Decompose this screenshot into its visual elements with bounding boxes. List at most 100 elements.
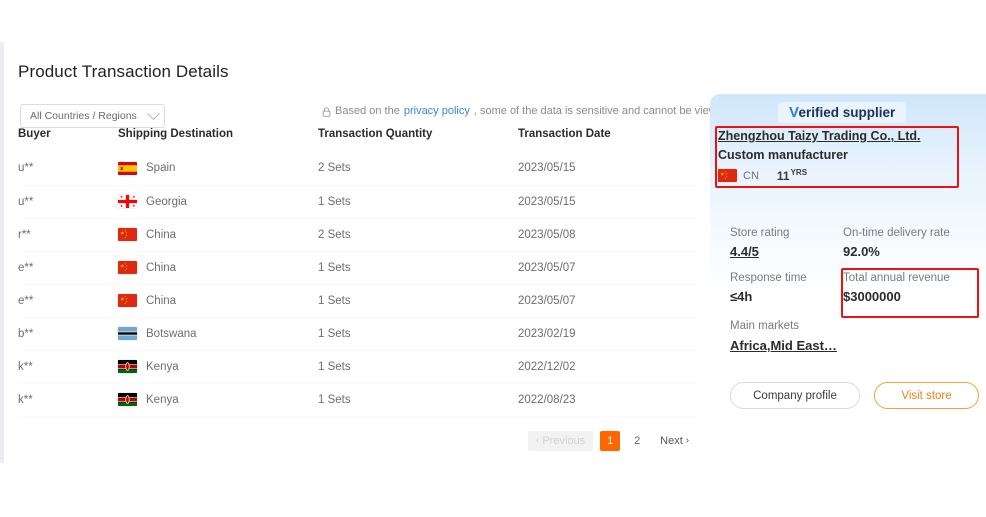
column-header-destination: Shipping Destination [118,128,233,140]
transaction-details-page: Product Transaction Details All Countrie… [0,0,986,517]
transaction-table: Buyer Shipping Destination Transaction Q… [18,128,698,417]
stat-annual-revenue: Total annual revenue $3000000 [843,272,980,304]
cell-destination: ★ ★ ★ ★ ★ China [118,284,318,318]
visit-store-button[interactable]: Visit store [874,382,979,409]
destination-name: Botswana [146,327,197,340]
pagination-page-2[interactable]: 2 [627,431,647,451]
lock-icon [322,107,331,117]
cell-date: 2022/08/23 [518,383,698,417]
chevron-left-icon: ‹ [536,435,540,446]
card-buttons: Company profile Visit store [730,382,979,409]
cell-date: 2023/05/15 [518,185,698,219]
pagination-previous-label: Previous [542,435,586,447]
svg-text:★: ★ [124,269,126,272]
cell-buyer: k** [18,383,118,417]
stat-store-rating-label: Store rating [730,227,790,239]
privacy-policy-link[interactable]: privacy policy [404,105,470,117]
cell-buyer: k** [18,350,118,384]
stat-response-time-label: Response time [730,272,807,284]
pagination-previous-button: ‹ Previous [528,431,594,451]
pagination: ‹ Previous 1 2 Next › [528,431,689,451]
cell-date: 2023/05/08 [518,218,698,252]
stats-row-1: Store rating 4.4/5 On-time delivery rate… [730,227,980,259]
stat-ontime-delivery: On-time delivery rate 92.0% [843,227,980,259]
flag-ke-icon [118,360,137,373]
stat-ontime-delivery-value: 92.0% [843,244,880,259]
country-region-filter[interactable]: All Countries / Regions [20,104,165,128]
pagination-page-1[interactable]: 1 [600,431,621,451]
table-row: e** ★ ★ ★ ★ ★ China 1 Sets 2023/05/07 [18,251,698,285]
column-header-buyer: Buyer [18,128,51,140]
cell-destination: ★ ★ ★ ★ ★ China [118,251,318,285]
stat-store-rating-value[interactable]: 4.4/5 [730,244,843,259]
table-row: e** ★ ★ ★ ★ ★ China 1 Sets 2023/05/07 [18,284,698,318]
column-header-date: Transaction Date [518,128,611,140]
table-row: u** Spain 2 Sets 2023/05/15 [18,152,698,186]
supplier-stats: Store rating 4.4/5 On-time delivery rate… [730,227,980,317]
main-markets-label: Main markets [730,320,800,332]
flag-es-icon [118,161,137,175]
svg-text:★: ★ [124,302,126,305]
cell-date: 2023/05/07 [518,251,698,285]
stats-row-2: Response time ≤4h Total annual revenue $… [730,272,980,304]
verified-supplier-label: erified supplier [798,105,896,120]
chevron-right-icon: › [685,435,690,446]
cell-quantity: 1 Sets [318,284,518,318]
company-name-link[interactable]: Zhengzhou Taizy Trading Co., Ltd. [718,129,958,143]
table-row: b** Botswana 1 Sets 2023/02/19 [18,317,698,351]
stat-annual-revenue-label: Total annual revenue [843,272,950,284]
cell-buyer: r** [18,218,118,252]
company-meta: ★ ★ ★ ★ ★ CN 11YRS [718,168,958,183]
cell-destination: Botswana [118,317,318,351]
destination-name: China [146,228,177,241]
cell-quantity: 1 Sets [318,350,518,384]
cell-quantity: 1 Sets [318,383,518,417]
country-region-filter-value: All Countries / Regions [30,110,137,122]
flag-ke-icon [118,393,137,406]
cell-destination: ★ ★ ★ ★ ★ China [118,218,318,252]
cell-buyer: u** [18,185,118,219]
flag-cn-icon: ★ ★ ★ ★ ★ [118,261,137,274]
verified-check-icon: V [789,104,799,121]
cell-quantity: 1 Sets [318,317,518,351]
svg-text:★: ★ [724,177,726,180]
cell-destination: Kenya [118,383,318,417]
table-row: r** ★ ★ ★ ★ ★ China 2 Sets 2023/05/08 [18,218,698,252]
flag-cn-icon: ★ ★ ★ ★ ★ [118,294,137,307]
company-block: Zhengzhou Taizy Trading Co., Ltd. Custom… [718,129,958,183]
cell-quantity: 2 Sets [318,152,518,186]
cell-buyer: e** [18,284,118,318]
flag-cn-icon: ★ ★ ★ ★ ★ [118,228,137,241]
cell-destination: Kenya [118,350,318,384]
company-country-code: CN [743,169,759,182]
destination-name: Georgia [146,195,187,208]
cell-quantity: 1 Sets [318,251,518,285]
flag-bw-icon [118,327,137,340]
main-markets-value[interactable]: Africa,Mid East… [730,338,837,353]
table-header-row: Buyer Shipping Destination Transaction Q… [18,128,698,152]
cell-date: 2023/02/19 [518,317,698,351]
destination-name: Kenya [146,360,179,373]
destination-name: Spain [146,162,176,175]
cell-date: 2022/12/02 [518,350,698,384]
privacy-notice: Based on the privacy policy, some of the… [322,105,732,117]
company-profile-button[interactable]: Company profile [730,382,860,409]
cell-date: 2023/05/07 [518,284,698,318]
svg-text:★: ★ [124,236,126,239]
cell-destination: Spain [118,152,318,186]
company-years: 11YRS [776,168,808,183]
stat-response-time-value: ≤4h [730,289,753,304]
destination-name: China [146,294,177,307]
privacy-notice-prefix: Based on the [335,105,400,117]
cell-quantity: 1 Sets [318,185,518,219]
table-row: u** Georgia 1 Sets 2023/05/15 [18,185,698,219]
pagination-next-button[interactable]: Next › [660,435,689,447]
supplier-card: Verified supplier Zhengzhou Taizy Tradin… [710,94,986,430]
cell-buyer: u** [18,152,118,186]
privacy-notice-suffix: , some of the data is sensitive and cann… [473,105,732,117]
flag-cn-icon: ★ ★ ★ ★ ★ [718,169,737,182]
company-type: Custom manufacturer [718,148,848,162]
stat-response-time: Response time ≤4h [730,272,843,304]
page-title: Product Transaction Details [18,62,229,81]
table-row: k** Kenya 1 Sets 2022/12/02 [18,350,698,384]
